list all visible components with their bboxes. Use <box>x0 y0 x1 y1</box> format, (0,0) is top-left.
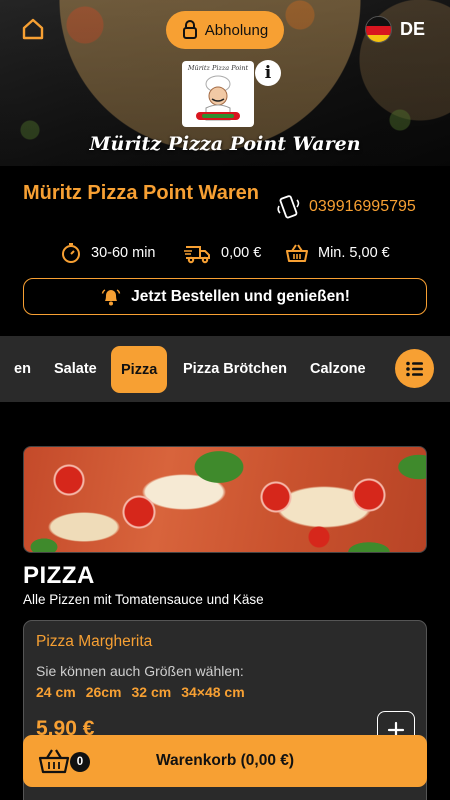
category-tab-pizza-broetchen[interactable]: Pizza Brötchen <box>183 336 287 402</box>
chef-logo-icon <box>196 75 240 121</box>
list-icon <box>405 361 423 376</box>
category-tab-pizza[interactable]: Pizza <box>111 346 168 393</box>
category-description: Alle Pizzen mit Tomatensauce und Käse <box>23 592 264 607</box>
cart-button[interactable]: 0 <box>37 745 90 777</box>
language-code: DE <box>400 19 426 39</box>
delivery-time: 30-60 min <box>60 242 155 264</box>
language-selector[interactable]: DE <box>365 16 425 43</box>
info-button[interactable]: i <box>255 60 281 86</box>
info-icon: i <box>264 63 272 83</box>
delivery-metrics: 30-60 min 0,00 € Min. 5,00 € <box>0 242 450 270</box>
delivery-fee: 0,00 € <box>184 242 261 264</box>
hero-title: Müritz Pizza Point Waren <box>89 133 361 155</box>
category-tab-previous[interactable]: en <box>14 336 31 402</box>
restaurant-name: Müritz Pizza Point Waren <box>23 182 259 204</box>
restaurant-info: Müritz Pizza Point Waren 039916995795 30… <box>0 166 450 336</box>
size-options: 24 cm 26cm 32 cm 34×48 cm <box>36 684 245 700</box>
category-label: Pizza <box>121 361 158 378</box>
cart-label: Warenkorb (0,00 €) <box>155 752 295 769</box>
home-icon <box>22 18 44 40</box>
logo-text: Müritz Pizza Point <box>187 64 249 72</box>
basket-icon <box>286 244 308 262</box>
delivery-fee-value: 0,00 € <box>221 245 262 261</box>
order-now-label: Jetzt Bestellen und genießen! <box>131 287 350 305</box>
size-option[interactable]: 34×48 cm <box>181 684 244 700</box>
category-label: Salate <box>54 361 97 377</box>
phone-number: 039916995795 <box>309 198 416 215</box>
phone-ringing-icon <box>277 195 300 219</box>
minimum-order: Min. 5,00 € <box>285 242 390 264</box>
size-option[interactable]: 24 cm <box>36 684 76 700</box>
delivery-truck-icon <box>184 246 210 264</box>
delivery-time-value: 30-60 min <box>91 245 156 261</box>
category-nav: en Salate Pizza Pizza Brötchen Calzone <box>0 336 450 402</box>
minimum-order-value: Min. 5,00 € <box>318 245 390 261</box>
basket-icon <box>38 749 70 774</box>
home-button[interactable] <box>20 16 46 42</box>
pickup-mode-button[interactable]: Abholung <box>166 11 284 49</box>
stopwatch-icon <box>62 243 80 263</box>
order-now-button[interactable]: Jetzt Bestellen und genießen! <box>23 278 427 315</box>
product-name: Pizza Margherita <box>36 633 153 650</box>
category-label: Calzone <box>310 361 366 377</box>
size-option[interactable]: 32 cm <box>132 684 172 700</box>
category-list-button[interactable] <box>395 349 434 388</box>
cart-bar[interactable]: 0 Warenkorb (0,00 €) <box>23 735 427 787</box>
germany-flag-icon <box>365 16 392 43</box>
hero-banner: Abholung DE Müritz Pizza Point i Müritz … <box>0 0 450 166</box>
phone-link[interactable]: 039916995795 <box>275 194 416 220</box>
category-label: en <box>14 361 31 377</box>
category-tab-calzone[interactable]: Calzone <box>310 336 366 402</box>
size-option[interactable]: 26cm <box>86 684 122 700</box>
category-tab-salate[interactable]: Salate <box>54 336 97 402</box>
restaurant-logo: Müritz Pizza Point <box>182 61 254 127</box>
bell-icon <box>101 288 121 305</box>
size-hint: Sie können auch Größen wählen: <box>36 663 244 679</box>
pickup-label: Abholung <box>204 21 269 39</box>
cart-count-badge: 0 <box>70 752 90 772</box>
lock-icon <box>182 20 197 39</box>
category-label: Pizza Brötchen <box>183 361 287 377</box>
category-image <box>23 446 427 553</box>
category-heading: PIZZA <box>23 562 95 589</box>
